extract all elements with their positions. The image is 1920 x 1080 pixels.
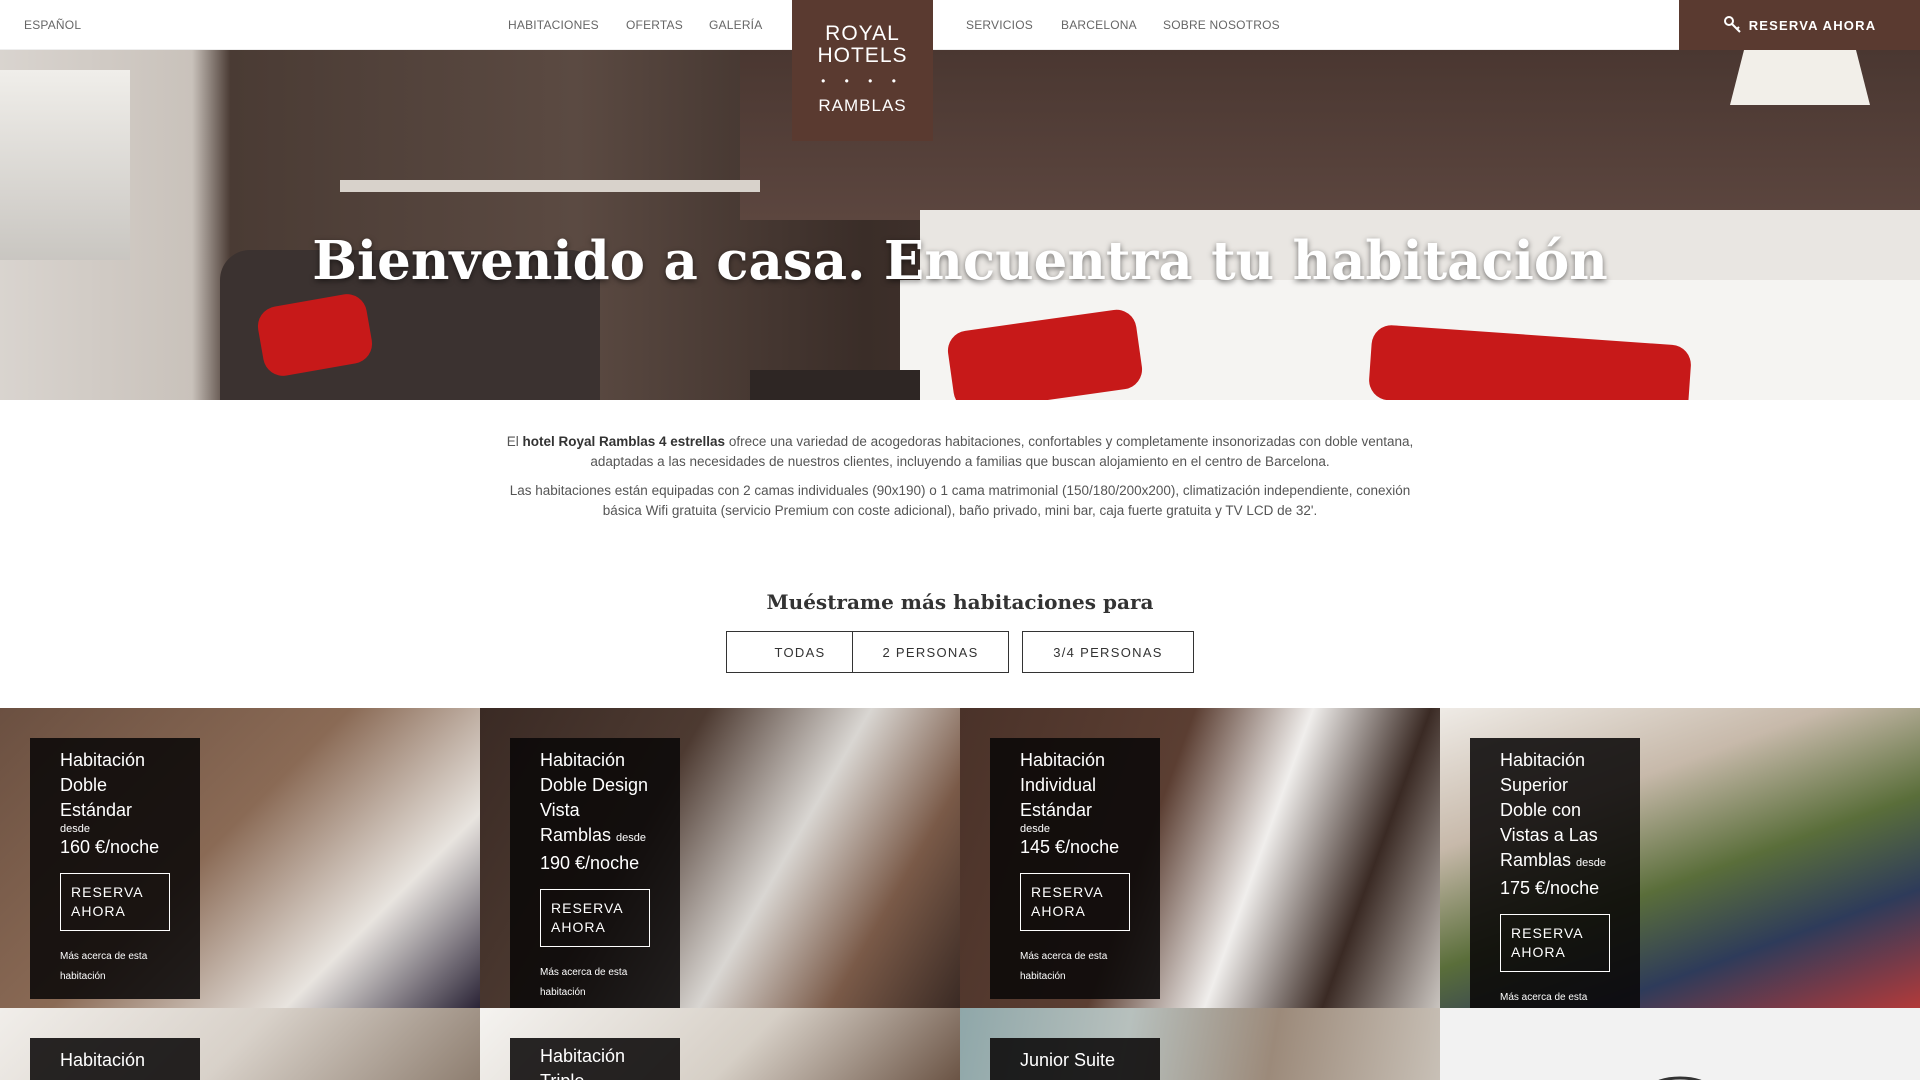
room-info-panel: Habitación Triple	[510, 1038, 680, 1080]
room-name: Habitación Triple	[540, 1046, 626, 1080]
room-more-link[interactable]: Más acerca de esta habitación	[60, 947, 170, 987]
logo-hotels: HOTELS	[817, 44, 908, 67]
reserve-now-button[interactable]: RESERVA AHORA	[1679, 0, 1920, 50]
nav-sobre-nosotros[interactable]: SOBRE NOSOTROS	[1163, 18, 1280, 32]
hero-title: Bienvenido a casa. Encuentra tu habitaci…	[312, 230, 1608, 292]
room-card[interactable]: Habitación Individual Estándar desde 145…	[960, 708, 1440, 1008]
room-price-prefix: desde	[1020, 823, 1050, 835]
key-icon	[1723, 16, 1741, 33]
site-header: ESPAÑOL HABITACIONES OFERTAS GALERÍA SER…	[0, 0, 1920, 50]
room-reserve-button[interactable]: RESERVA AHORA	[60, 873, 170, 931]
nav-ofertas[interactable]: OFERTAS	[626, 18, 683, 32]
hero-banner: Bienvenido a casa. Encuentra tu habitaci…	[0, 50, 1920, 400]
room-name-text: Habitación Superior Doble con Vistas a L…	[1500, 750, 1598, 870]
room-info-panel: Habitación Doble Estándar desde 160 €/no…	[30, 738, 200, 999]
room-card[interactable]: Habitación Doble Design Vista Ramblas de…	[480, 708, 960, 1008]
logo-royal: ROYAL	[825, 22, 900, 45]
room-card[interactable]: Junior Suite	[960, 1008, 1440, 1080]
room-card[interactable]: Habitación Triple	[480, 1008, 960, 1080]
nav-galeria[interactable]: GALERÍA	[709, 18, 762, 32]
hero-shelf	[340, 180, 760, 192]
room-reserve-button[interactable]: RESERVA AHORA	[1020, 873, 1130, 931]
intro-hotel-name: hotel Royal Ramblas 4 estrellas	[522, 434, 726, 449]
room-name-text: Habitación Doble Design Vista Ramblas	[540, 750, 649, 845]
room-card[interactable]: Habitación Superior Doble con Vistas a L…	[1440, 708, 1920, 1008]
room-info-panel: Junior Suite	[990, 1038, 1160, 1080]
intro-prefix: El	[506, 434, 523, 449]
intro-text: El hotel Royal Ramblas 4 estrellas ofrec…	[490, 432, 1430, 530]
room-name: Junior Suite	[1020, 1050, 1116, 1070]
room-name: Habitación Doble Estándar	[60, 750, 146, 820]
hotel-logo[interactable]: ROYAL HOTELS • • • • RAMBLAS	[792, 0, 933, 141]
room-name: Habitación Superior Doble con Vistas a L…	[1500, 748, 1610, 876]
room-more-link[interactable]: Más acerca de esta habitación	[1020, 947, 1130, 987]
room-price-prefix: desde	[616, 832, 647, 844]
nav-servicios[interactable]: SERVICIOS	[966, 18, 1033, 32]
nav-barcelona[interactable]: BARCELONA	[1061, 18, 1137, 32]
reserve-now-label: RESERVA AHORA	[1748, 17, 1877, 33]
intro-paragraph-2: Las habitaciones están equipadas con 2 c…	[509, 483, 1411, 518]
hero-lamp	[1730, 50, 1870, 105]
room-more-link[interactable]: Más acerca de esta	[1500, 988, 1610, 1008]
room-more-link[interactable]: Más acerca de esta habitación	[540, 963, 650, 1003]
room-name: Habitación	[60, 1050, 146, 1070]
intro-paragraph-1: El hotel Royal Ramblas 4 estrellas ofrec…	[490, 432, 1430, 472]
room-price-prefix: desde	[60, 823, 90, 835]
nav-habitaciones[interactable]: HABITACIONES	[508, 18, 599, 32]
room-name: Habitación Individual Estándar	[1020, 750, 1106, 820]
language-selector[interactable]: ESPAÑOL	[24, 18, 81, 32]
room-info-panel: Habitación Doble Design Vista Ramblas de…	[510, 738, 680, 1008]
logo-ramblas: RAMBLAS	[818, 96, 907, 115]
room-info-panel: Habitación Individual Estándar desde 145…	[990, 738, 1160, 999]
room-price-prefix: desde	[1576, 857, 1607, 869]
room-card[interactable]: Habitación	[0, 1008, 480, 1080]
room-card[interactable]: Habitación Doble Estándar desde 160 €/no…	[0, 708, 480, 1008]
filter-title: Muéstrame más habitaciones para	[766, 590, 1154, 614]
hero-bedside-table	[750, 370, 920, 400]
filter-2-personas-button[interactable]: 2 PERSONAS	[852, 631, 1009, 673]
room-price: 190 €/noche	[540, 853, 640, 873]
room-reserve-button[interactable]: RESERVA AHORA	[1500, 914, 1610, 972]
room-card-placeholder	[1440, 1008, 1920, 1080]
room-info-panel: Habitación Superior Doble con Vistas a L…	[1470, 738, 1640, 1008]
logo-emblem-icon	[1658, 1076, 1702, 1080]
room-info-panel: Habitación	[30, 1038, 200, 1080]
filter-3-4-personas-button[interactable]: 3/4 PERSONAS	[1022, 631, 1194, 673]
room-price: 175 €/noche	[1500, 878, 1600, 898]
room-price: 160 €/noche	[60, 837, 160, 857]
logo-stars: • • • •	[821, 74, 904, 88]
room-reserve-button[interactable]: RESERVA AHORA	[540, 889, 650, 947]
room-price: 145 €/noche	[1020, 837, 1120, 857]
room-name: Habitación Doble Design Vista Ramblas de…	[540, 748, 650, 851]
